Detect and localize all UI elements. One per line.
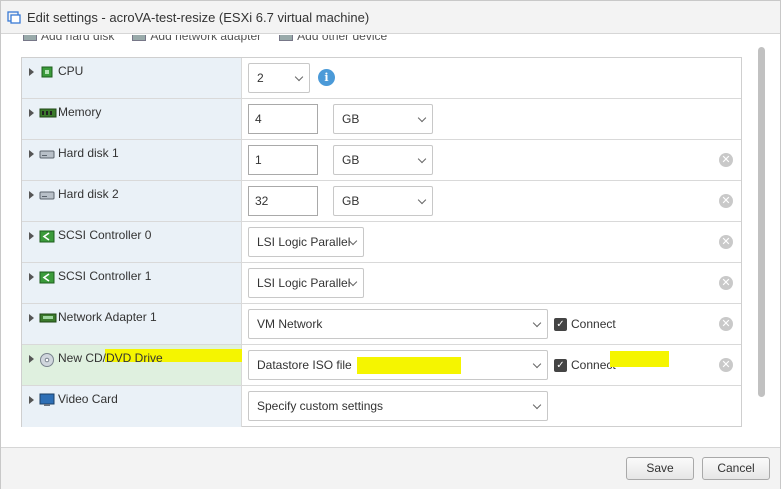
row-cpu: CPU 2 i — [22, 58, 741, 99]
scsi-type-select[interactable]: LSI Logic Parallel — [248, 227, 364, 257]
scsi-type-select[interactable]: LSI Logic Parallel — [248, 268, 364, 298]
row-label: SCSI Controller 0 — [58, 228, 152, 242]
hard-disk-icon — [39, 147, 55, 161]
scsi-controller-icon — [39, 270, 55, 284]
chevron-down-icon — [417, 154, 427, 164]
row-hard-disk-2: Hard disk 2 32 GB ✕ — [22, 181, 741, 222]
expand-caret-icon[interactable] — [29, 191, 34, 199]
hard-disk-icon — [23, 35, 37, 41]
remove-device-icon[interactable]: ✕ — [719, 317, 733, 331]
dialog-titlebar: Edit settings - acroVA-test-resize (ESXi… — [1, 1, 780, 34]
add-other-device-button[interactable]: Add other device — [279, 35, 387, 43]
redaction-mark — [610, 351, 669, 367]
row-memory: Memory 4 GB — [22, 99, 741, 140]
network-select[interactable]: VM Network — [248, 309, 548, 339]
device-icon — [279, 35, 294, 41]
expand-caret-icon[interactable] — [29, 396, 34, 404]
add-network-adapter-button[interactable]: Add network adapter — [132, 35, 261, 43]
add-hard-disk-button[interactable]: Add hard disk — [23, 35, 114, 43]
chevron-down-icon — [532, 359, 542, 369]
expand-caret-icon[interactable] — [29, 232, 34, 240]
row-hard-disk-1: Hard disk 1 1 GB ✕ — [22, 140, 741, 181]
remove-device-icon[interactable]: ✕ — [719, 235, 733, 249]
row-label: Network Adapter 1 — [58, 310, 157, 324]
disk-unit-select[interactable]: GB — [333, 186, 433, 216]
row-scsi-controller-0: SCSI Controller 0 LSI Logic Parallel ✕ — [22, 222, 741, 263]
hard-disk-icon — [39, 188, 55, 202]
remove-device-icon[interactable]: ✕ — [719, 358, 733, 372]
disk-size-input[interactable]: 32 — [248, 186, 318, 216]
connect-checkbox[interactable]: ✓ Connect — [554, 317, 616, 331]
expand-caret-icon[interactable] — [29, 109, 34, 117]
scsi-controller-icon — [39, 229, 55, 243]
row-label: New CD/DVD Drive — [58, 351, 163, 365]
chevron-down-icon — [417, 113, 427, 123]
memory-icon — [39, 106, 57, 120]
network-adapter-icon — [39, 311, 57, 325]
chevron-down-icon — [532, 318, 542, 328]
connect-checkbox[interactable]: ✓ Connect — [554, 358, 616, 372]
expand-caret-icon[interactable] — [29, 273, 34, 281]
row-label: Memory — [58, 105, 102, 119]
row-label: Video Card — [58, 392, 118, 406]
memory-unit-select[interactable]: GB — [333, 104, 433, 134]
remove-device-icon[interactable]: ✕ — [719, 194, 733, 208]
redaction-mark — [357, 357, 461, 374]
row-video-card: Video Card Specify custom settings — [22, 386, 741, 427]
dialog-footer: Save Cancel — [1, 447, 780, 489]
save-button[interactable]: Save — [626, 457, 694, 480]
edit-settings-dialog: Edit settings - acroVA-test-resize (ESXi… — [0, 0, 781, 489]
expand-caret-icon[interactable] — [29, 355, 34, 363]
chevron-down-icon — [294, 72, 304, 82]
network-adapter-icon — [132, 35, 147, 41]
chevron-down-icon — [417, 195, 427, 205]
disk-unit-select[interactable]: GB — [333, 145, 433, 175]
expand-caret-icon[interactable] — [29, 314, 34, 322]
remove-device-icon[interactable]: ✕ — [719, 276, 733, 290]
video-card-icon — [39, 393, 55, 407]
device-toolbar: Add hard disk Add network adapter Add ot… — [23, 35, 403, 47]
checkmark-icon: ✓ — [554, 317, 567, 331]
row-network-adapter-1: Network Adapter 1 VM Network ✓ Connect ✕ — [22, 304, 741, 345]
row-label: Hard disk 2 — [58, 187, 119, 201]
row-new-cd-dvd-drive: New CD/DVD Drive Datastore ISO file ✓ Co… — [22, 345, 741, 386]
video-card-select[interactable]: Specify custom settings — [248, 391, 548, 421]
checkmark-icon: ✓ — [554, 358, 567, 372]
remove-device-icon[interactable]: ✕ — [719, 153, 733, 167]
disk-size-input[interactable]: 1 — [248, 145, 318, 175]
row-label: SCSI Controller 1 — [58, 269, 152, 283]
expand-caret-icon[interactable] — [29, 150, 34, 158]
cpu-icon — [39, 65, 55, 79]
info-icon[interactable]: i — [318, 69, 335, 86]
cpu-count-select[interactable]: 2 — [248, 63, 310, 93]
scrollbar-thumb[interactable] — [758, 47, 765, 397]
vm-settings-icon — [7, 10, 21, 24]
chevron-down-icon — [532, 400, 542, 410]
cancel-button[interactable]: Cancel — [702, 457, 770, 480]
row-label: Hard disk 1 — [58, 146, 119, 160]
row-scsi-controller-1: SCSI Controller 1 LSI Logic Parallel ✕ — [22, 263, 741, 304]
memory-size-input[interactable]: 4 — [248, 104, 318, 134]
dialog-title: Edit settings - acroVA-test-resize (ESXi… — [27, 9, 370, 25]
hardware-settings-table: CPU 2 i Memory 4 GB Hard disk 1 1 GB ✕ H… — [21, 57, 742, 427]
expand-caret-icon[interactable] — [29, 68, 34, 76]
row-label: CPU — [58, 64, 84, 78]
cd-dvd-icon — [39, 352, 55, 367]
